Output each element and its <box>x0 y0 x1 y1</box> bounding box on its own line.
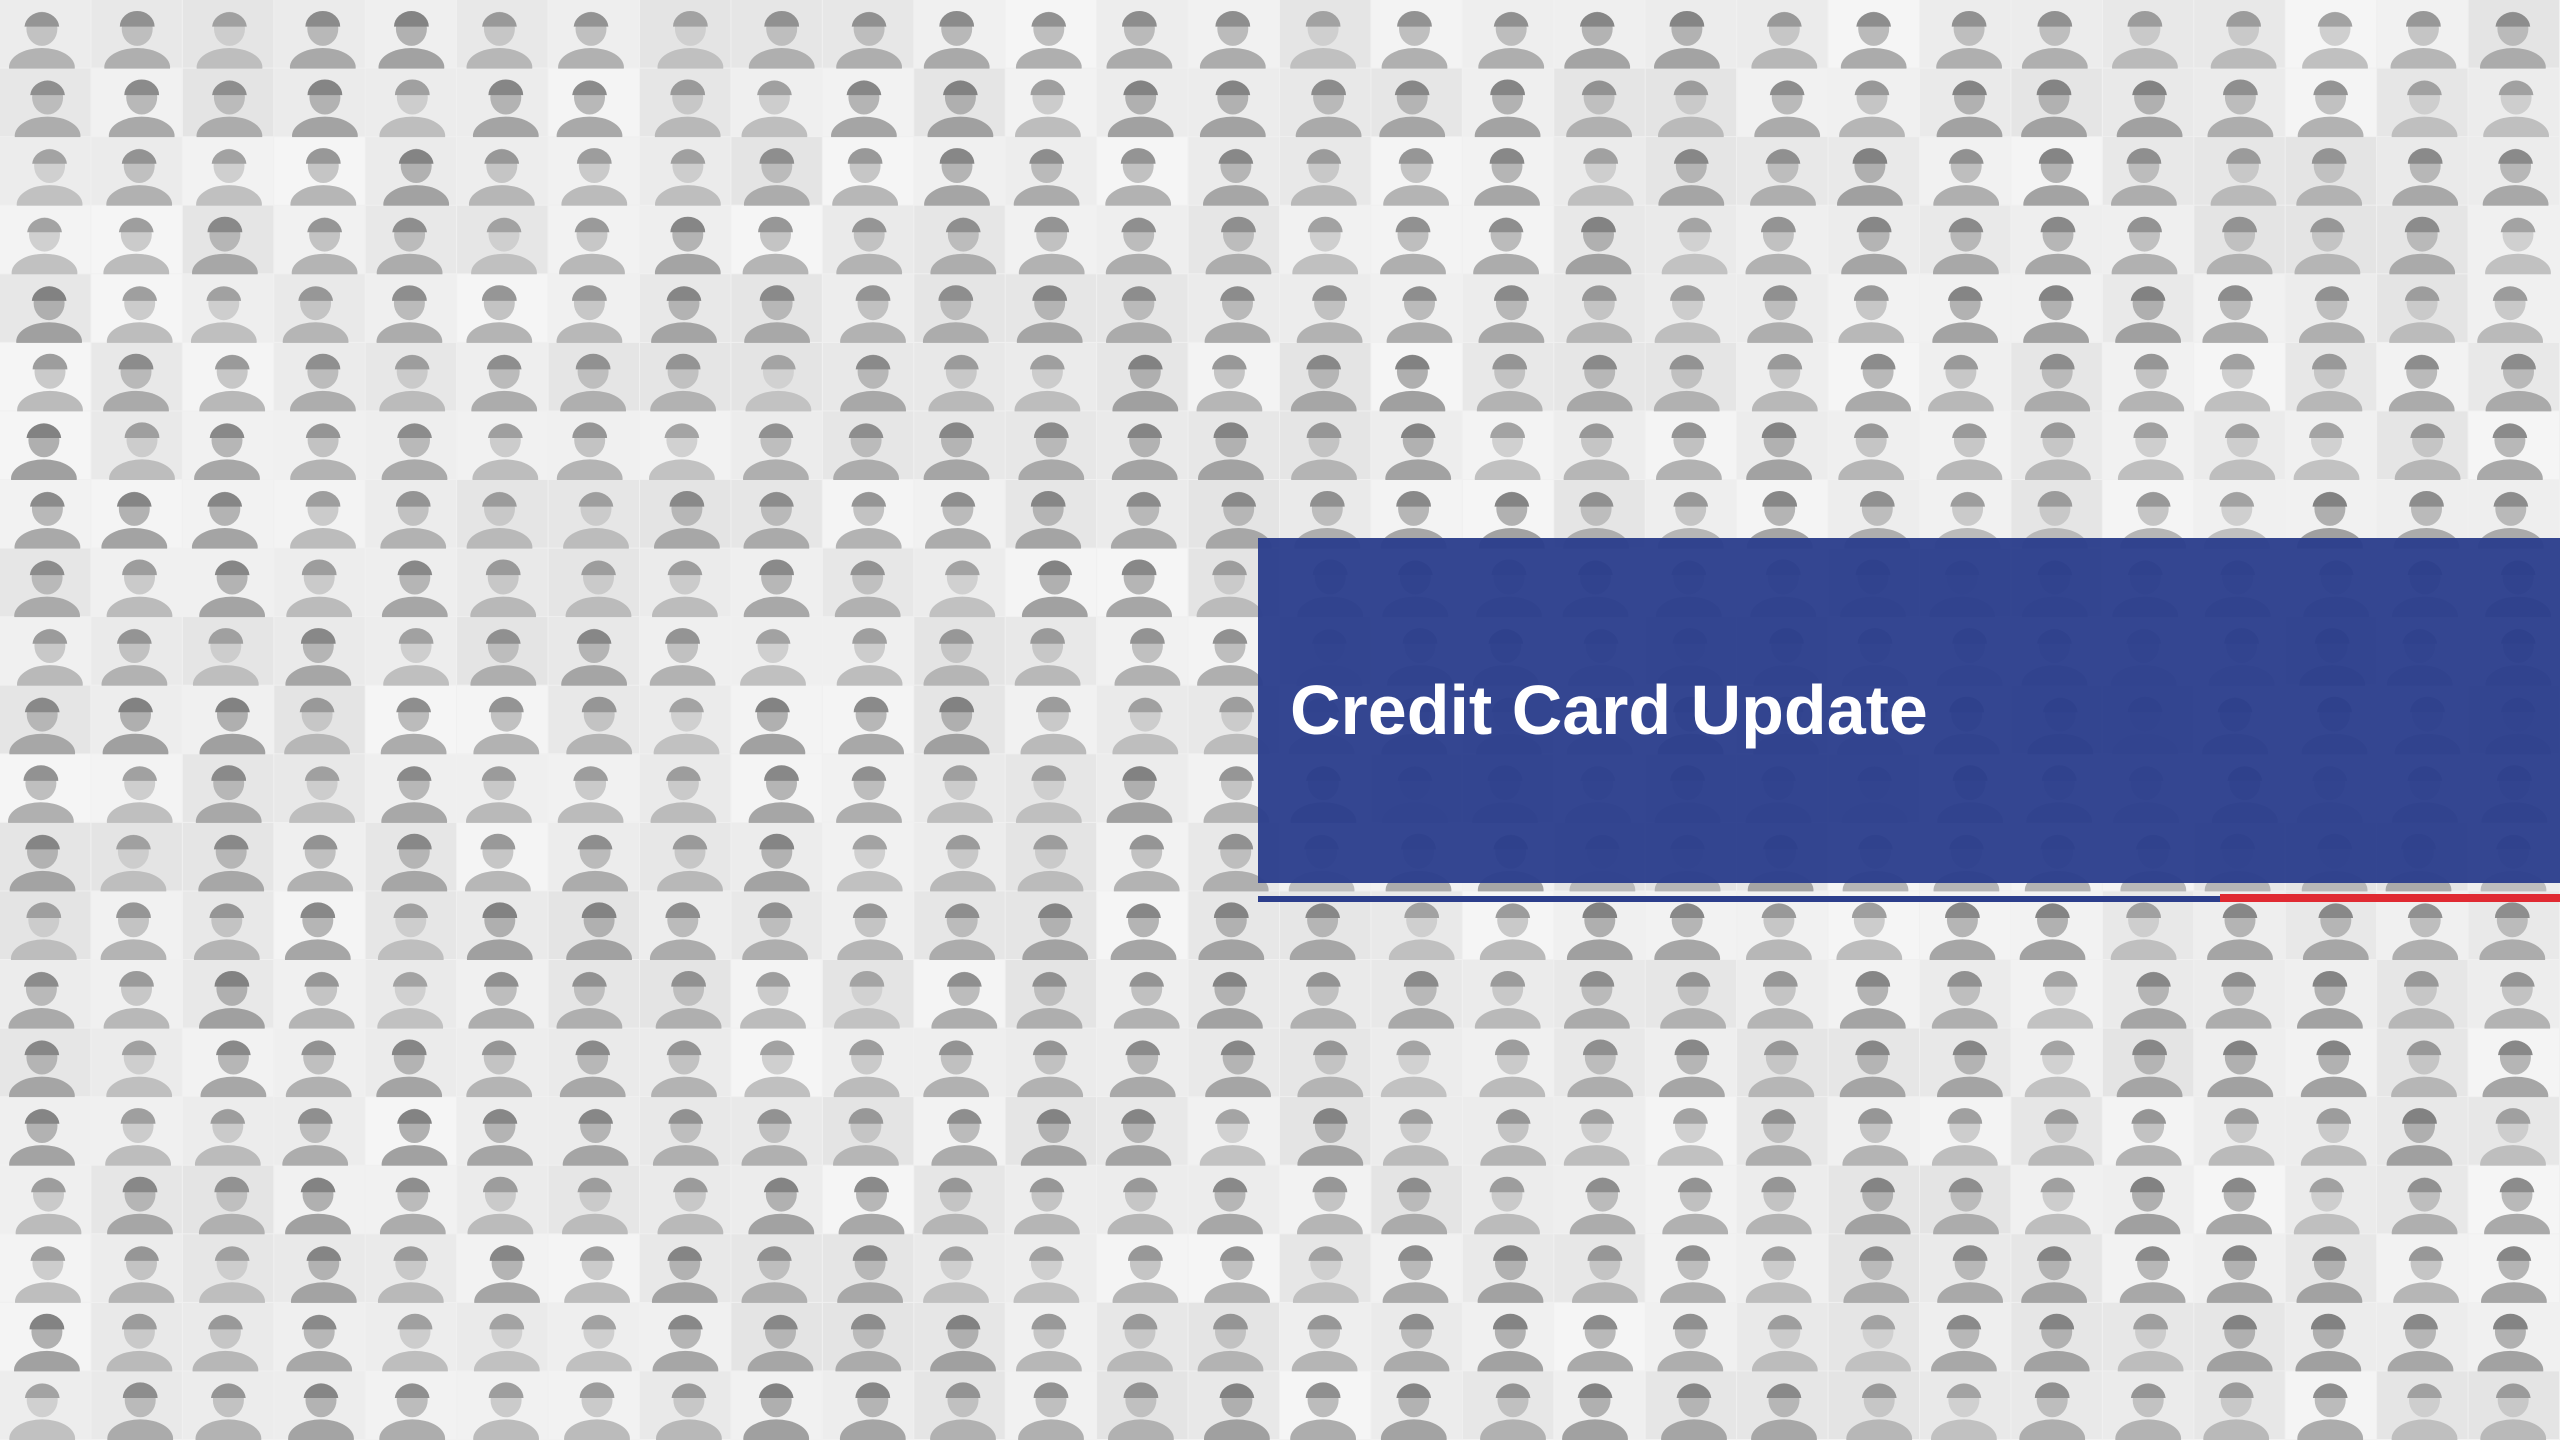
slide-title: Credit Card Update <box>1290 671 1928 749</box>
portrait-tile <box>0 1371 91 1440</box>
portrait-tile <box>1920 1371 2011 1440</box>
portrait-tile <box>731 1371 822 1440</box>
portrait-tile <box>1737 1371 1828 1440</box>
portrait-tile <box>914 1371 1005 1440</box>
portrait-tile <box>548 1371 639 1440</box>
portrait-tile <box>2011 1371 2102 1440</box>
portrait-tile <box>2468 1371 2559 1440</box>
portrait-tile <box>822 1371 914 1440</box>
portrait-tile <box>182 1371 274 1440</box>
portrait-tile <box>274 1371 365 1440</box>
portrait-tile <box>1280 1371 1371 1440</box>
portrait-tile <box>457 1371 548 1440</box>
portrait-tile <box>1005 1371 1097 1440</box>
portrait-tile <box>1828 1371 1919 1440</box>
title-underline-blue <box>1258 896 2220 902</box>
title-band: Credit Card Update <box>1258 538 2560 883</box>
portrait-tile <box>1097 1371 1188 1440</box>
presentation-slide: Credit Card Update <box>0 0 2560 1440</box>
portrait-tile <box>2194 1371 2285 1440</box>
portrait-tile <box>1371 1371 1462 1440</box>
portrait-tile <box>2102 1371 2194 1440</box>
portrait-tile <box>1554 1371 1645 1440</box>
portrait-tile <box>2377 1371 2468 1440</box>
portrait-tile <box>1462 1371 1554 1440</box>
portrait-tile <box>91 1371 182 1440</box>
portrait-tile <box>1645 1371 1737 1440</box>
portrait-tile <box>2285 1371 2377 1440</box>
portrait-tile <box>365 1371 457 1440</box>
portrait-tile <box>1188 1371 1279 1440</box>
portrait-tile <box>640 1371 731 1440</box>
title-underline-red <box>2220 894 2560 902</box>
